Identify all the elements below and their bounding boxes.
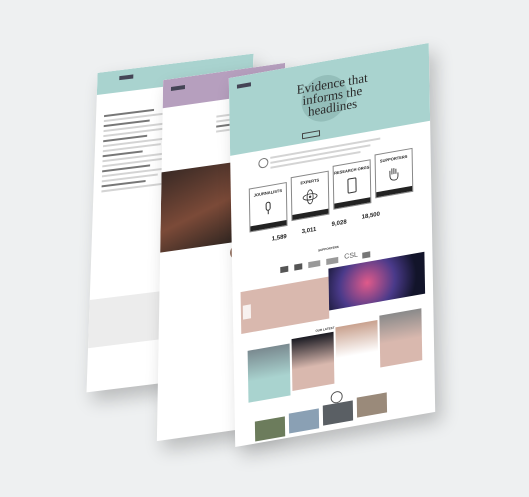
journalists-card[interactable]: JOURNALISTS	[248, 181, 288, 233]
stat-value: 1,589	[271, 233, 287, 243]
microphone-icon	[265, 201, 271, 215]
supporter-logo-csl: CSL	[344, 251, 358, 261]
play-icon[interactable]	[258, 157, 269, 169]
front-page-mockup: Evidence that informs the headlines JOUR…	[228, 42, 436, 448]
latest-card[interactable]	[291, 331, 335, 391]
experts-label: EXPERTS	[300, 177, 320, 186]
latest-card[interactable]	[379, 308, 423, 368]
mockup-scene: EXPERTS Evidence that informs the headli…	[0, 0, 529, 497]
footer-image	[254, 416, 286, 442]
footer-image	[322, 400, 354, 426]
latest-card[interactable]	[335, 320, 379, 380]
supporters-heading: SUPPORTERS	[318, 244, 339, 253]
hand-icon	[389, 168, 399, 181]
experts-card[interactable]: EXPERTS	[290, 170, 330, 222]
atom-icon	[302, 189, 318, 205]
latest-card[interactable]	[247, 343, 291, 403]
footer-image	[288, 408, 320, 434]
research-orgs-card[interactable]: RESEARCH ORGS	[332, 159, 372, 210]
feature-story-card[interactable]	[240, 276, 330, 334]
journalists-label: JOURNALISTS	[253, 187, 283, 198]
phone-icon	[347, 177, 357, 194]
stat-value: 18,500	[361, 211, 381, 221]
supporters-card[interactable]: SUPPORTERS	[374, 147, 414, 199]
research-orgs-label: RESEARCH ORGS	[334, 164, 370, 176]
stat-value: 9,028	[331, 219, 347, 229]
supporters-label: SUPPORTERS	[379, 153, 408, 164]
footer-image	[356, 392, 388, 418]
stat-value: 3,011	[301, 226, 317, 236]
prev-arrow-icon[interactable]	[242, 304, 252, 320]
